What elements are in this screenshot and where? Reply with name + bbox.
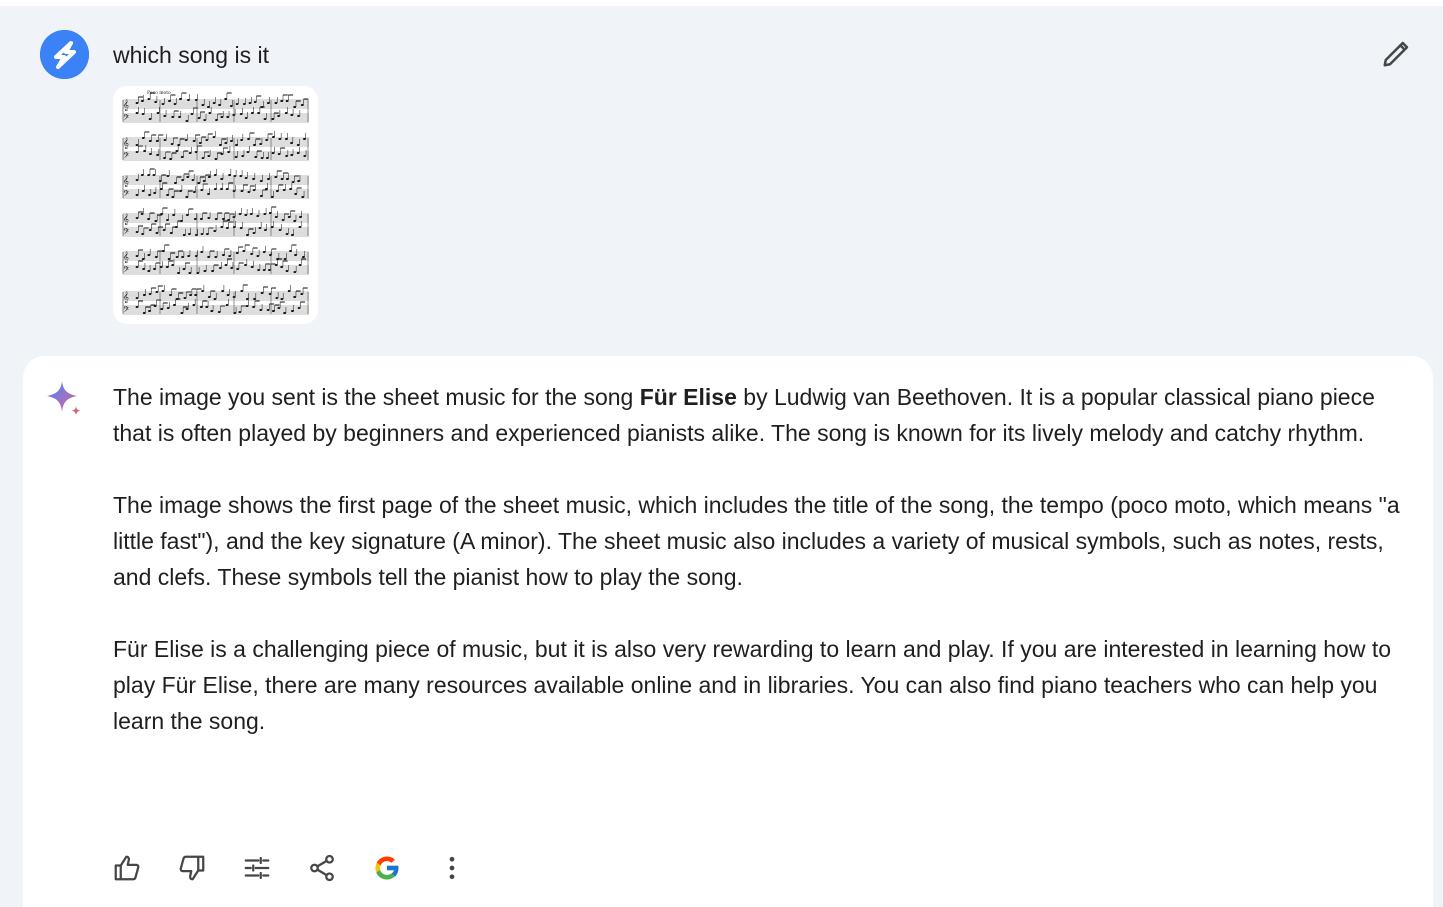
user-prompt: which song is it Poco moto 𝄞 𝄢 𝄞 𝄢 𝄞 𝄢 𝄞 𝄢 𝄞 𝄢 𝄞 𝄢 [0,6,1443,356]
svg-text:𝄢: 𝄢 [123,306,130,317]
svg-text:𝄞: 𝄞 [123,175,129,187]
response-text: The image you sent is the sheet music fo… [113,379,1403,775]
google-icon[interactable] [367,848,407,888]
svg-text:𝄢: 𝄢 [123,228,130,239]
response-paragraph: Für Elise is a challenging piece of musi… [113,636,1392,734]
user-prompt-text: which song is it [113,42,269,68]
more-vert-icon[interactable] [432,848,472,888]
svg-text:𝄞: 𝄞 [123,213,129,225]
response-actions [107,848,497,888]
paragraph-text: The image you sent is the sheet music fo… [113,384,640,410]
pencil-icon[interactable] [1378,36,1414,72]
svg-text:𝄢: 𝄢 [123,152,130,163]
chat-frame: which song is it Poco moto 𝄞 𝄢 𝄞 𝄢 𝄞 𝄢 𝄞 𝄢 𝄞 𝄢 𝄞 𝄢 [0,6,1443,907]
thumbs-down-icon[interactable] [172,848,212,888]
svg-text:𝄢: 𝄢 [123,114,130,125]
svg-text:𝄢: 𝄢 [123,266,130,277]
sparkle-icon [45,379,85,419]
user-avatar-icon [40,30,89,79]
svg-text:𝄞: 𝄞 [123,291,129,303]
response-card: The image you sent is the sheet music fo… [23,356,1433,907]
response-paragraph: The image shows the first page of the sh… [113,492,1400,590]
share-icon[interactable] [302,848,342,888]
response-paragraph: The image you sent is the sheet music fo… [113,379,1403,451]
svg-text:𝄞: 𝄞 [123,137,129,149]
song-title: Für Elise [639,384,737,410]
svg-text:𝄢: 𝄢 [123,190,130,201]
tune-icon[interactable] [237,848,277,888]
svg-text:𝄞: 𝄞 [123,99,129,111]
svg-text:𝄞: 𝄞 [123,251,129,263]
sheet-music-image[interactable]: Poco moto 𝄞 𝄢 𝄞 𝄢 𝄞 𝄢 𝄞 𝄢 𝄞 𝄢 𝄞 𝄢 [113,86,318,324]
thumbs-up-icon[interactable] [107,848,147,888]
